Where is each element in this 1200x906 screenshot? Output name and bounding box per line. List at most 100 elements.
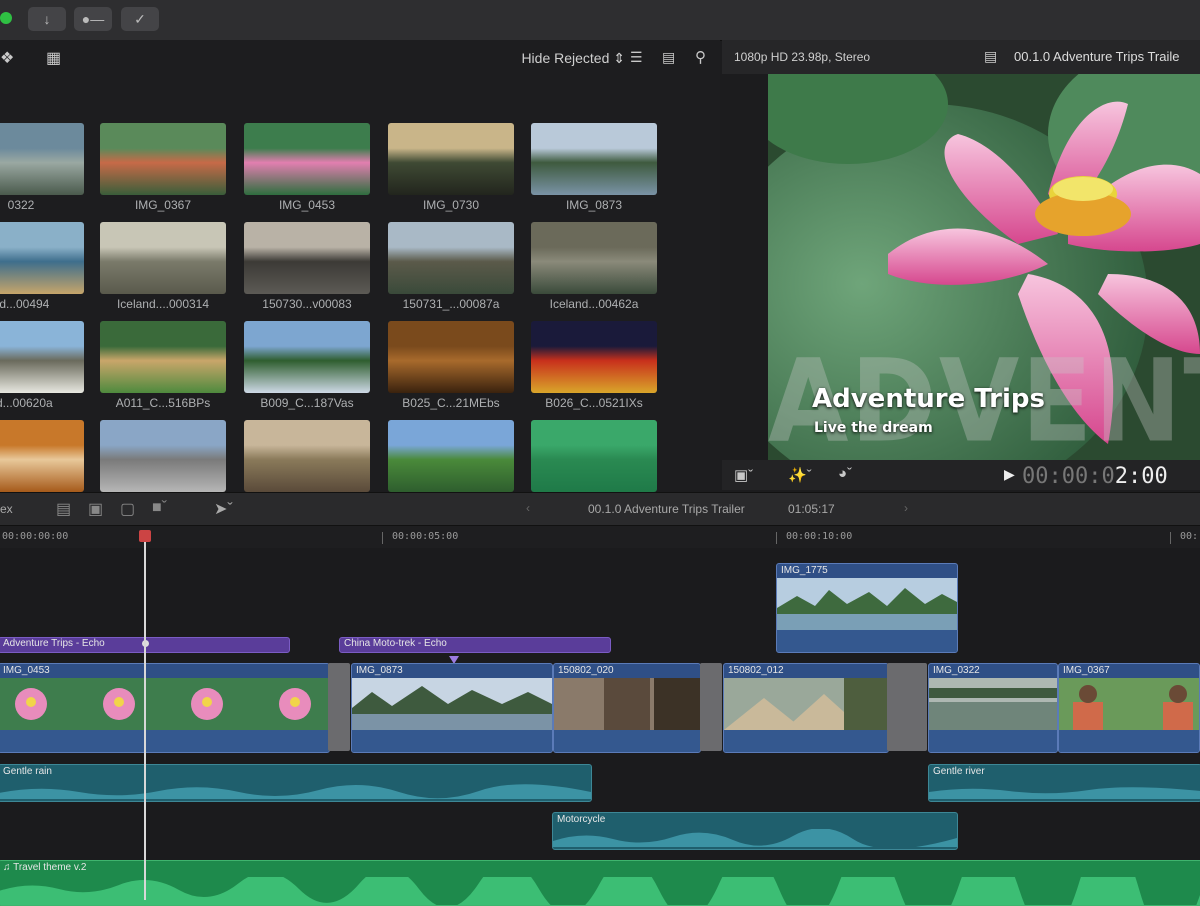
clip-thumbnail[interactable]: [388, 222, 514, 294]
audio-waveform: [929, 730, 1057, 752]
clip-thumbnail[interactable]: [100, 420, 226, 492]
clip-label: IMG_0322: [933, 665, 980, 676]
filter-select[interactable]: Hide Rejected ⇕: [521, 50, 625, 67]
clip-thumbnail[interactable]: [388, 321, 514, 393]
clip-label: IMG_0453: [3, 665, 50, 676]
clip-name: IMG_0453: [278, 198, 336, 212]
connected-video-clip[interactable]: IMG_1775: [776, 563, 958, 653]
clip-frames: [554, 678, 700, 730]
clip-thumbnail: [0, 678, 329, 730]
audio-clip[interactable]: Gentle rain: [0, 764, 592, 802]
filmstrip-icon[interactable]: ▤: [662, 49, 675, 66]
keywords-button[interactable]: ●—: [74, 7, 112, 31]
clip-name: nd...00620a: [0, 396, 53, 410]
clip-thumbnail[interactable]: [0, 222, 84, 294]
clip-thumbnail: [554, 678, 700, 730]
audio-waveform: [352, 730, 552, 752]
clip-label: Motorcycle: [557, 814, 606, 825]
clip-name: IMG_0873: [565, 198, 623, 212]
clapper-icon: ▤: [984, 48, 998, 64]
background-tasks-button[interactable]: ✓: [121, 7, 159, 31]
audio-waveform: [1059, 730, 1199, 752]
play-icon[interactable]: ▶: [1004, 466, 1015, 483]
title-clip[interactable]: China Moto-trek - Echo: [339, 637, 611, 653]
timeline-tracks: IMG_1775 Adventure Trips - Echo China Mo…: [0, 548, 1200, 906]
clip-thumbnail[interactable]: [388, 420, 514, 492]
clip-name: 150731_...00087a: [402, 297, 500, 311]
audio-waveform: [0, 784, 591, 799]
clip-label: IMG_0873: [356, 665, 403, 676]
audio-waveform: [0, 877, 1200, 905]
clip-label: 150802_012: [728, 665, 784, 676]
clip-thumbnail[interactable]: [244, 321, 370, 393]
clip-thumbnail[interactable]: [531, 420, 657, 492]
music-clip[interactable]: ♫ Travel theme v.2: [0, 860, 1200, 906]
clip-thumbnail[interactable]: [531, 123, 657, 195]
import-button[interactable]: ↓: [28, 7, 66, 31]
audio-clip[interactable]: Gentle river: [928, 764, 1200, 802]
transition-handle[interactable]: [887, 663, 927, 751]
back-arrow-icon[interactable]: ‹: [526, 501, 530, 515]
status-indicator-icon: [0, 12, 12, 24]
select-tool-icon[interactable]: ➤ˇ: [214, 499, 233, 519]
clip-frames: [929, 678, 1057, 730]
primary-video-clip[interactable]: 150802_012: [723, 663, 889, 753]
titles-icon[interactable]: ▦: [46, 48, 61, 68]
clip-thumbnail[interactable]: [388, 123, 514, 195]
clip-name: B026_C...0521IXs: [545, 396, 643, 410]
playhead-handle[interactable]: [139, 530, 151, 542]
viewer-canvas[interactable]: ADVENTURE Adventure Trips Live the dream: [768, 74, 1200, 460]
primary-video-clip[interactable]: IMG_0322: [928, 663, 1058, 753]
clip-thumbnail[interactable]: [0, 321, 84, 393]
clip-thumbnail[interactable]: [100, 222, 226, 294]
viewer-margin: [722, 74, 768, 460]
clip-name: IMG_0730: [422, 198, 480, 212]
audio-waveform: [554, 730, 700, 752]
audio-clip[interactable]: Motorcycle: [552, 812, 958, 850]
clip-thumbnail[interactable]: [100, 321, 226, 393]
clip-label: ♫ Travel theme v.2: [3, 862, 87, 873]
clip-thumbnail[interactable]: [0, 123, 84, 195]
libraries-icon[interactable]: ❖: [0, 48, 14, 68]
clip-thumbnail[interactable]: [531, 321, 657, 393]
append-clip-icon[interactable]: ▢: [120, 499, 135, 519]
clip-thumbnail: [1059, 678, 1199, 730]
primary-video-clip[interactable]: IMG_0453: [0, 663, 330, 753]
insert-clip-icon[interactable]: ▣: [88, 499, 103, 519]
list-view-icon[interactable]: ☰: [630, 49, 643, 66]
clip-name: Iceland....000314: [116, 297, 210, 311]
audio-waveform: [777, 630, 957, 652]
index-button[interactable]: ex: [0, 502, 13, 516]
primary-video-clip[interactable]: IMG_0873: [351, 663, 553, 753]
clip-frames: [777, 578, 957, 630]
primary-video-clip[interactable]: 150802_020: [553, 663, 701, 753]
ruler-tick: [382, 532, 383, 544]
clip-name: A011_C...516BPs: [115, 396, 211, 410]
clip-name: IMG_0367: [134, 198, 192, 212]
key-icon: ●—: [81, 11, 105, 27]
transition-handle[interactable]: [700, 663, 722, 751]
connect-clip-icon[interactable]: ▤: [56, 499, 71, 519]
clip-label: China Moto-trek - Echo: [344, 638, 447, 649]
clip-thumbnail[interactable]: [531, 222, 657, 294]
clip-name: 150730...v00083: [262, 297, 352, 311]
primary-video-clip[interactable]: IMG_0367: [1058, 663, 1200, 753]
forward-arrow-icon[interactable]: ›: [904, 501, 908, 515]
transform-icon[interactable]: ▣ˇ: [734, 466, 753, 484]
audio-waveform: [0, 730, 329, 752]
clip-thumbnail[interactable]: [244, 420, 370, 492]
viewer-controls: ▣ˇ ✨ˇ ◕ˇ ▶ 00:00:02:00: [722, 460, 1200, 490]
transition-handle[interactable]: [328, 663, 350, 751]
search-icon[interactable]: ⚲: [695, 48, 706, 66]
playhead[interactable]: [144, 532, 146, 900]
timeline-toolbar: ex ▤ ▣ ▢ ■ˇ ➤ˇ ‹ 00.1.0 Adventure Trips …: [0, 492, 1200, 526]
speed-icon[interactable]: ◕ˇ: [838, 465, 852, 482]
enhance-icon[interactable]: ✨ˇ: [788, 466, 812, 484]
clip-thumbnail[interactable]: [244, 123, 370, 195]
clip-thumbnail[interactable]: [0, 420, 84, 492]
clip-thumbnail[interactable]: [244, 222, 370, 294]
overwrite-clip-icon[interactable]: ■ˇ: [152, 499, 167, 517]
clip-name: B009_C...187Vas: [260, 396, 354, 410]
timeline-ruler[interactable]: 00:00:00:00 00:00:05:00 00:00:10:00 00:: [0, 526, 1200, 549]
clip-thumbnail[interactable]: [100, 123, 226, 195]
